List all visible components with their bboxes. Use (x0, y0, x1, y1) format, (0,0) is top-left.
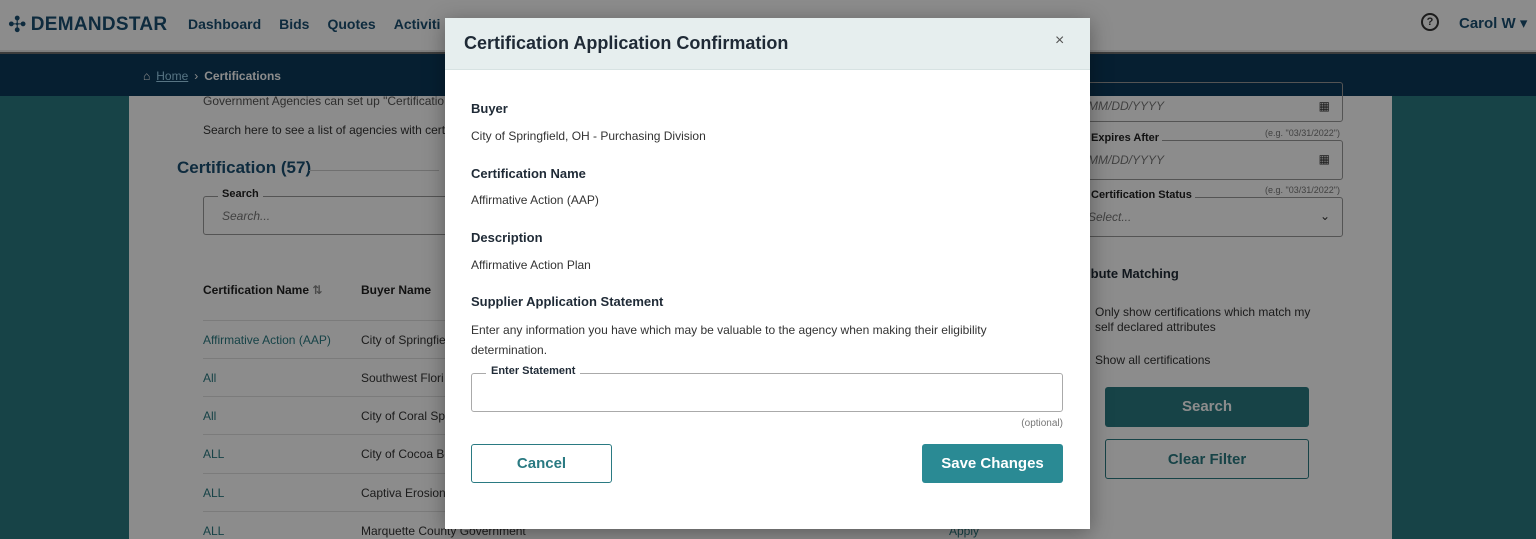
description-value: Affirmative Action Plan (471, 258, 591, 272)
supplier-statement-label: Supplier Application Statement (471, 294, 664, 309)
certification-confirmation-modal: Certification Application Confirmation ×… (445, 18, 1090, 529)
buyer-label: Buyer (471, 101, 508, 116)
statement-input-label: Enter Statement (486, 365, 581, 377)
save-changes-button[interactable]: Save Changes (922, 444, 1063, 483)
certification-name-value: Affirmative Action (AAP) (471, 193, 599, 207)
optional-hint: (optional) (1021, 418, 1063, 429)
modal-title: Certification Application Confirmation (464, 33, 789, 53)
statement-input[interactable]: Enter Statement (471, 365, 1063, 412)
modal-header: Certification Application Confirmation × (445, 18, 1090, 70)
buyer-value: City of Springfield, OH - Purchasing Div… (471, 129, 706, 143)
close-icon[interactable]: × (1055, 32, 1064, 50)
description-label: Description (471, 230, 543, 245)
supplier-statement-help: Enter any information you have which may… (471, 323, 987, 357)
cancel-button[interactable]: Cancel (471, 444, 612, 483)
certification-name-label: Certification Name (471, 166, 586, 181)
